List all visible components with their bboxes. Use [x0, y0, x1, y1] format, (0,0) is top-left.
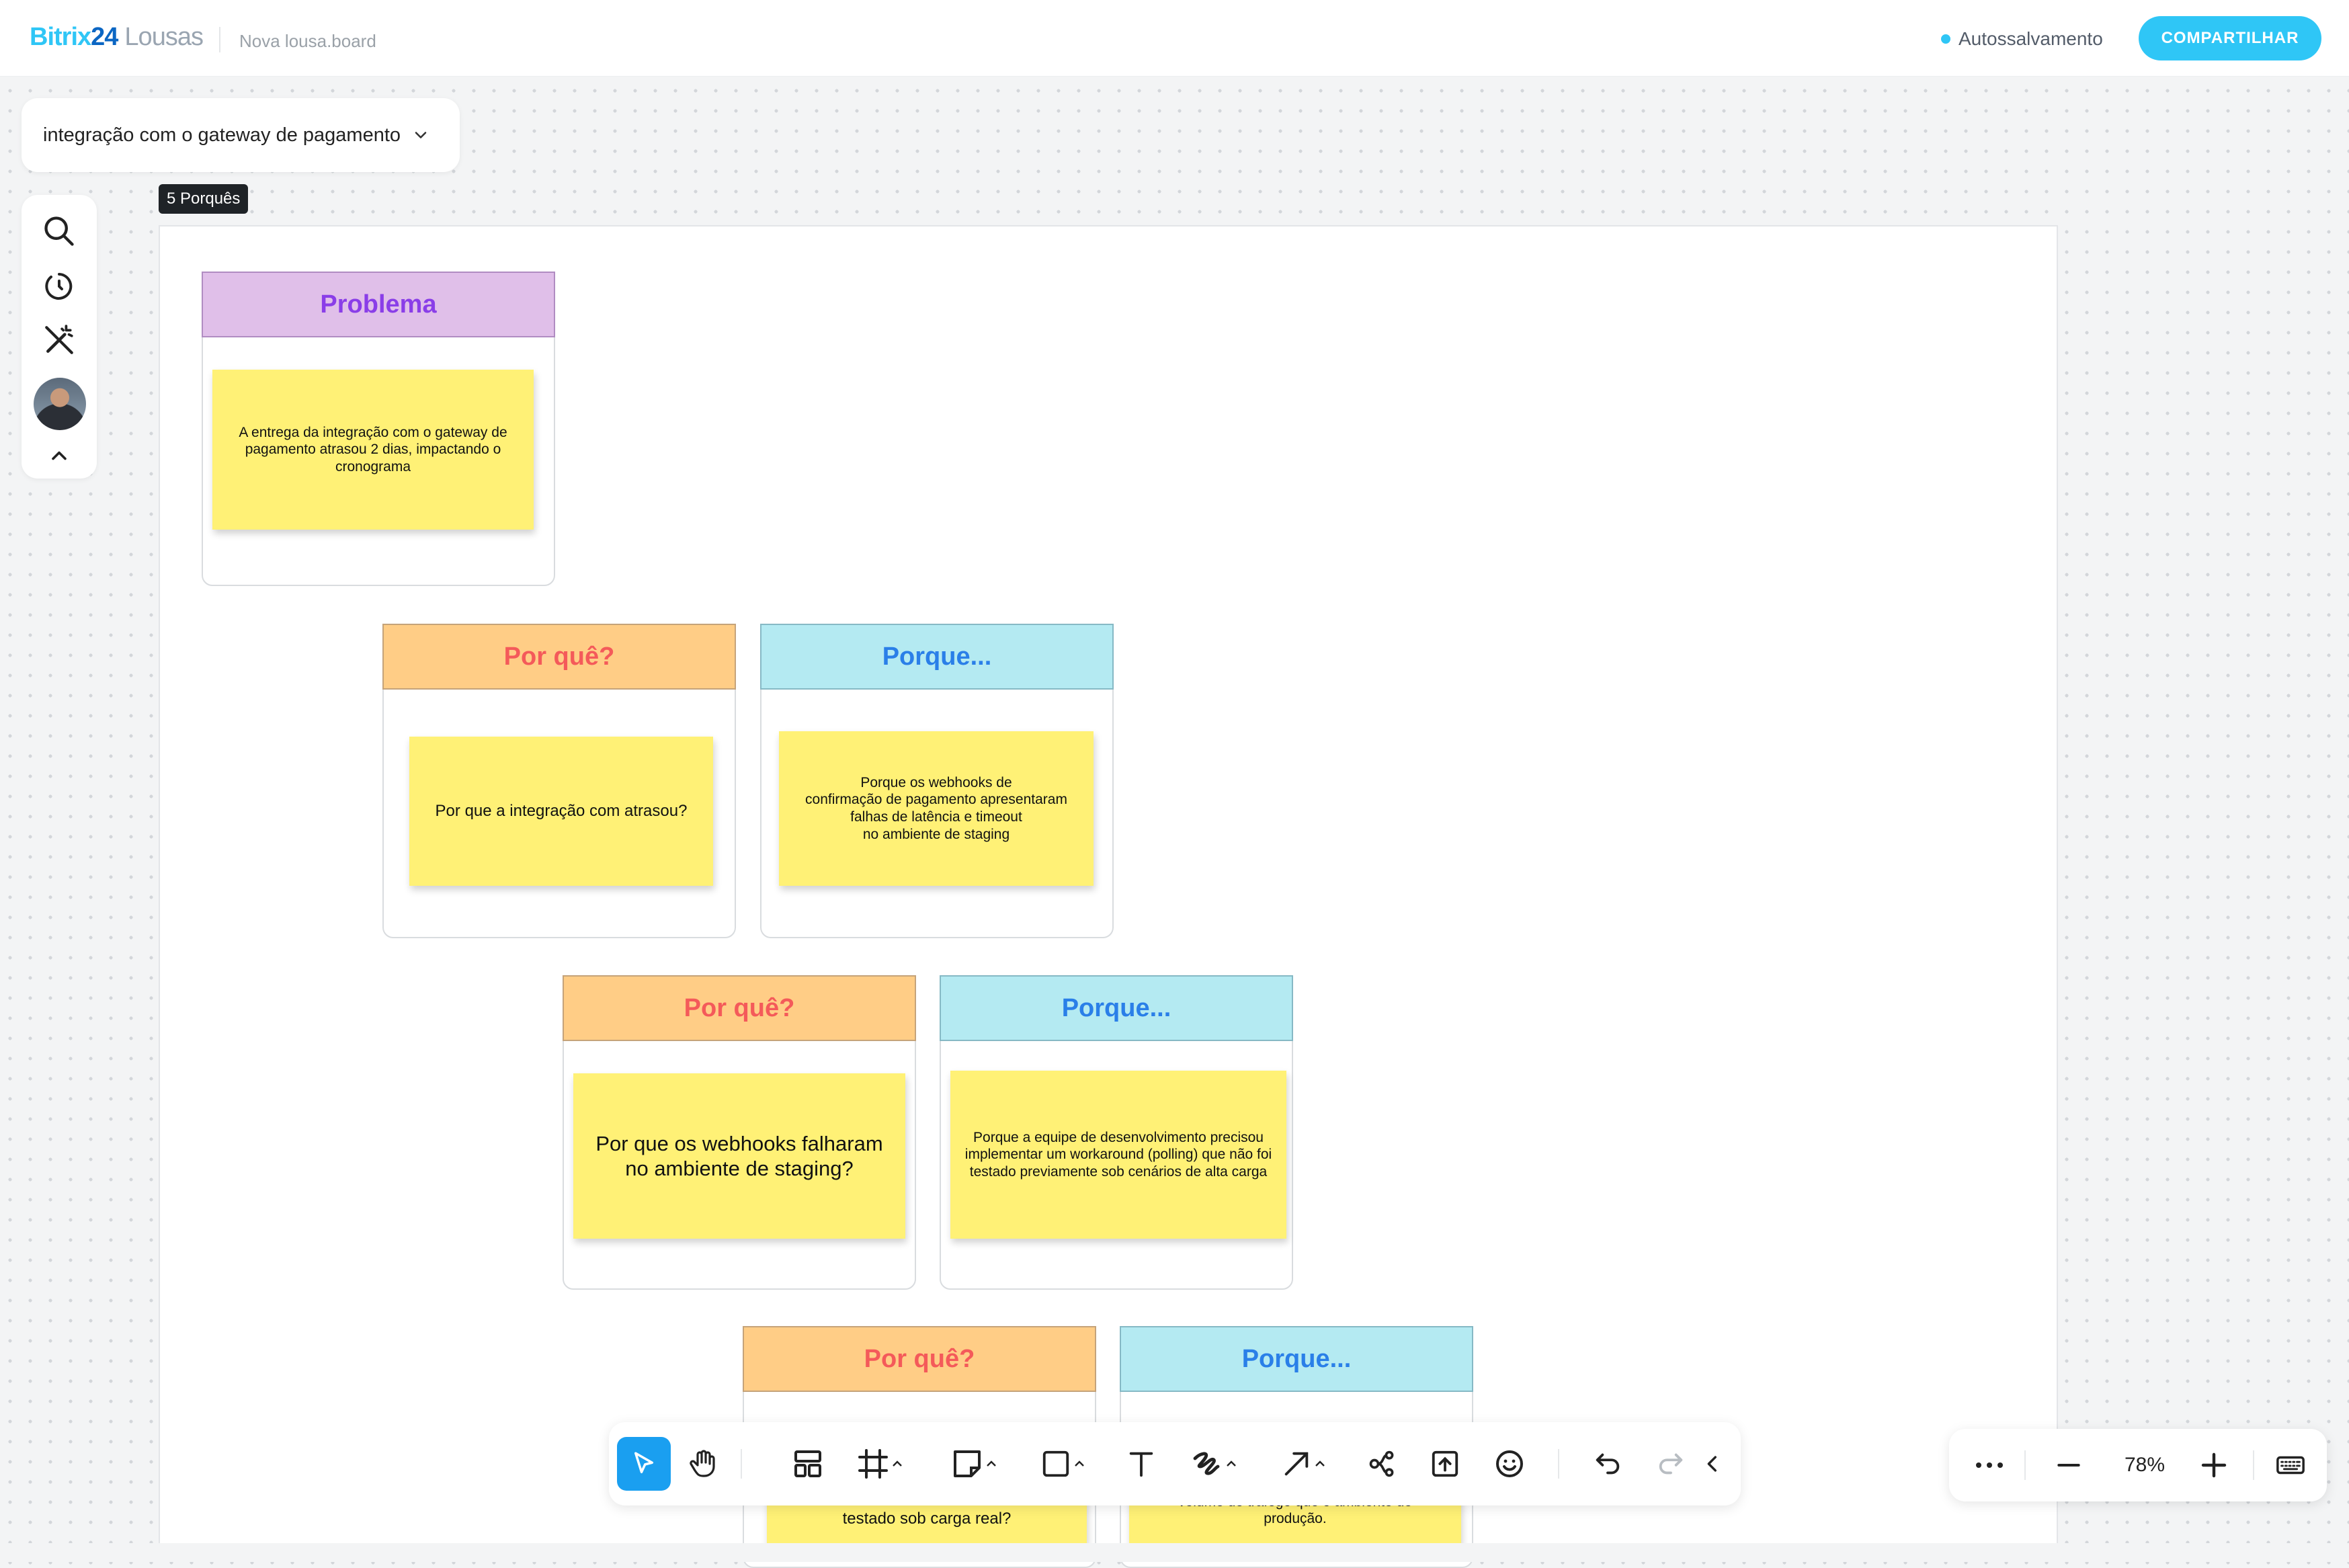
card-header-because: Porque... — [760, 624, 1114, 690]
emoji-icon[interactable] — [1489, 1441, 1530, 1487]
card-header-why: Por quê? — [563, 975, 916, 1041]
frame-label[interactable]: 5 Porquês — [159, 184, 249, 214]
toolbar-divider — [741, 1449, 742, 1479]
sticky-note-icon[interactable] — [945, 1441, 1005, 1487]
upload-icon[interactable] — [1425, 1441, 1465, 1487]
redo-icon[interactable] — [1651, 1441, 1691, 1487]
bitrix24-logo[interactable]: Bitrix24 Lousas — [30, 23, 204, 52]
bottom-toolbar — [609, 1422, 1741, 1505]
collapse-icon[interactable] — [1699, 1441, 1726, 1487]
left-toolbar — [22, 195, 97, 479]
hand-icon[interactable] — [682, 1441, 725, 1487]
zoom-divider — [2253, 1450, 2254, 1480]
board-name[interactable]: Nova lousa.board — [239, 31, 376, 52]
zoom-divider — [2024, 1450, 2026, 1480]
sticky-note[interactable]: Por que os webhooks falharam no ambiente… — [573, 1073, 905, 1239]
sticky-note[interactable]: A entrega da integração com o gateway de… — [212, 370, 534, 530]
zoom-level[interactable]: 78% — [2108, 1445, 2182, 1485]
shape-icon[interactable] — [1034, 1441, 1094, 1487]
zoom-controls: 78% — [1949, 1429, 2327, 1501]
share-button[interactable]: COMPARTILHAR — [2139, 16, 2321, 60]
autosave-status: Autossalvamento — [1941, 28, 2103, 50]
pointer-icon[interactable] — [617, 1437, 671, 1491]
chevron-up-icon[interactable] — [40, 437, 78, 474]
card-header-because: Porque... — [940, 975, 1293, 1041]
sticky-note[interactable]: Por que a integração com atrasou? — [409, 737, 713, 886]
card-header-because: Porque... — [1120, 1326, 1473, 1392]
why-card-1[interactable]: Por quê? Por que a integração com atraso… — [382, 624, 736, 938]
zoom-out-icon[interactable] — [2049, 1445, 2089, 1485]
chevron-down-icon — [415, 132, 427, 138]
autosave-dot-icon — [1941, 34, 1950, 44]
card-header-problem: Problema — [202, 272, 555, 337]
zoom-in-icon[interactable] — [2194, 1445, 2234, 1485]
search-icon[interactable] — [40, 212, 78, 250]
text-icon[interactable] — [1121, 1441, 1161, 1487]
templates-icon[interactable] — [788, 1441, 828, 1487]
header-divider — [219, 27, 220, 52]
more-icon[interactable] — [1969, 1445, 2010, 1485]
frame-selector-label: integração com o gateway de pagamento — [43, 124, 401, 146]
pen-icon[interactable] — [1182, 1441, 1249, 1487]
toolbar-divider — [1558, 1449, 1559, 1479]
mindmap-icon[interactable] — [1362, 1441, 1402, 1487]
canvas-bottom-edge — [0, 1543, 2349, 1562]
problem-card[interactable]: Problema A entrega da integração com o g… — [202, 272, 555, 586]
card-header-why: Por quê? — [382, 624, 736, 690]
arrow-icon[interactable] — [1274, 1441, 1335, 1487]
frame-icon[interactable] — [851, 1441, 911, 1487]
because-card-1[interactable]: Porque... Porque os webhooks de confirma… — [760, 624, 1114, 938]
sticky-note[interactable]: Porque os webhooks de confirmação de pag… — [779, 731, 1094, 886]
top-header: Bitrix24 Lousas Nova lousa.board Autossal… — [0, 0, 2349, 77]
avatar[interactable] — [34, 378, 86, 430]
autosave-label: Autossalvamento — [1959, 28, 2103, 49]
magic-wand-off-icon[interactable] — [40, 321, 78, 359]
sticky-note[interactable]: Porque a equipe de desenvolvimento preci… — [950, 1071, 1286, 1239]
history-icon[interactable] — [40, 267, 78, 305]
frame-selector[interactable]: integração com o gateway de pagamento — [22, 98, 460, 172]
keyboard-icon[interactable] — [2270, 1445, 2311, 1485]
undo-icon[interactable] — [1588, 1441, 1628, 1487]
because-card-2[interactable]: Porque... Porque a equipe de desenvolvim… — [940, 975, 1293, 1290]
card-header-why: Por quê? — [743, 1326, 1096, 1392]
why-card-2[interactable]: Por quê? Por que os webhooks falharam no… — [563, 975, 916, 1290]
